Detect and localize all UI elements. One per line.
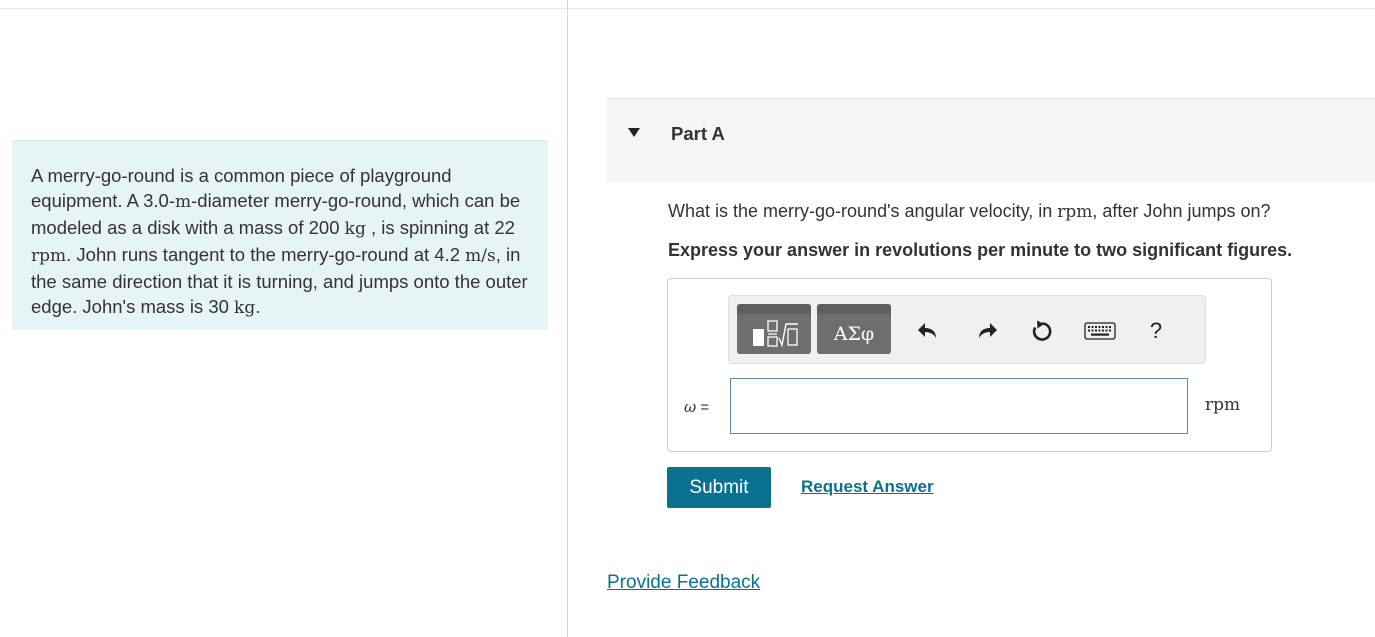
button-cap [737,304,811,314]
question-text: What is the merry-go-round's angular vel… [668,201,1271,222]
request-answer-link[interactable]: Request Answer [801,477,934,497]
problem-unit: m [175,192,192,212]
question-unit: rpm [1057,202,1093,222]
question-segment: What is the merry-go-round's angular vel… [668,201,1058,221]
equals-sign: = [696,399,710,416]
page: A merry-go-round is a common piece of pl… [0,0,1375,637]
problem-text: . [255,296,261,317]
reset-icon[interactable] [1028,318,1054,344]
math-toolbar: ΑΣφ ? [728,295,1206,364]
problem-statement: A merry-go-round is a common piece of pl… [12,140,548,330]
provide-feedback-link[interactable]: Provide Feedback [607,572,760,594]
answer-input[interactable] [730,378,1188,434]
question-segment: , after John jumps on? [1092,201,1271,221]
problem-text: , is spinning at 22 [365,217,515,238]
button-cap [817,304,891,314]
help-icon[interactable]: ? [1143,318,1169,344]
answer-instruction: Express your answer in revolutions per m… [668,240,1293,260]
answer-box: ΑΣφ ? ω = rpm [667,278,1272,452]
templates-icon [753,320,798,348]
problem-text: . John runs tangent to the merry-go-roun… [66,244,466,265]
templates-button[interactable] [737,304,811,354]
greek-symbols-button[interactable]: ΑΣφ [817,304,891,354]
keyboard-icon[interactable] [1084,318,1116,344]
problem-unit: m/s [465,246,496,266]
undo-icon[interactable] [915,318,941,344]
button-face [737,314,811,354]
triangle-down-icon[interactable] [628,128,640,137]
problem-unit: rpm [31,246,67,266]
answer-unit: rpm [1205,395,1241,415]
submit-button[interactable]: Submit [667,467,771,508]
answer-variable-label: ω = [684,398,709,416]
part-header[interactable]: Part A [607,98,1375,183]
problem-unit: kg [344,219,366,239]
column-divider [567,0,568,637]
omega-symbol: ω [684,398,697,416]
problem-unit: kg [234,298,256,318]
part-title: Part A [671,123,725,144]
redo-icon[interactable] [974,318,1000,344]
top-rule [0,8,1375,9]
greek-symbols-label: ΑΣφ [817,314,891,354]
